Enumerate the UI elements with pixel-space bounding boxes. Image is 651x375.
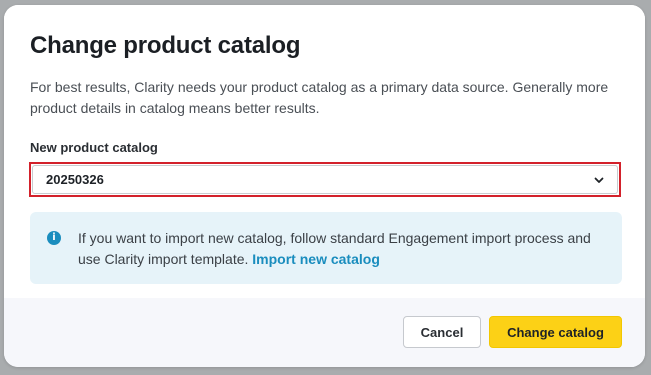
dialog-body: Change product catalog For best results,… [4, 5, 645, 298]
catalog-select-box [32, 165, 618, 194]
catalog-select-value: 20250326 [46, 172, 104, 187]
info-callout: i If you want to import new catalog, fol… [30, 212, 622, 284]
catalog-select[interactable]: 20250326 [29, 162, 621, 197]
change-catalog-dialog: Change product catalog For best results,… [4, 5, 645, 367]
dialog-title: Change product catalog [30, 32, 301, 59]
import-new-catalog-link[interactable]: Import new catalog [252, 251, 380, 267]
catalog-field-label: New product catalog [30, 140, 158, 155]
chevron-down-icon[interactable] [593, 174, 605, 186]
info-icon: i [47, 231, 61, 245]
dialog-footer: Cancel Change catalog [4, 298, 645, 367]
change-catalog-button[interactable]: Change catalog [489, 316, 622, 348]
dialog-description: For best results, Clarity needs your pro… [30, 79, 609, 116]
info-text: If you want to import new catalog, follo… [78, 228, 598, 270]
cancel-button[interactable]: Cancel [403, 316, 481, 348]
